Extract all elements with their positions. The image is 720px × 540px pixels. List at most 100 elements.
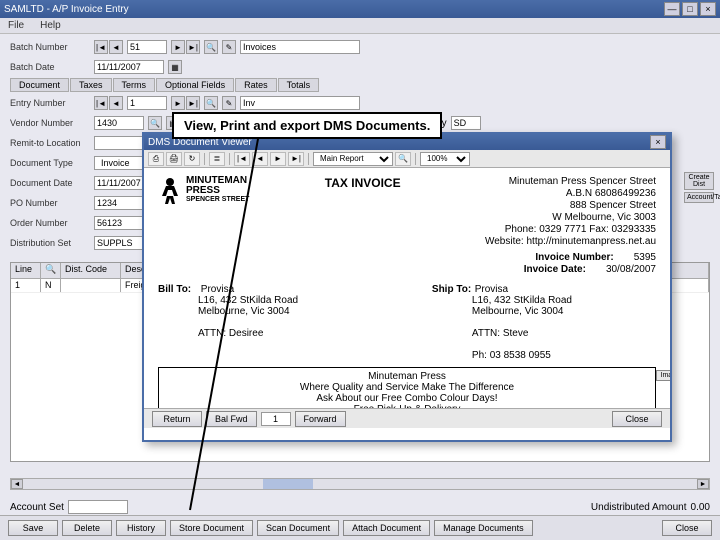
zoom-select[interactable]: 100% [420,152,470,166]
batch-date-label: Batch Date [10,62,90,72]
save-button[interactable]: Save [8,520,58,536]
bal-fwd-button[interactable]: Bal Fwd [206,411,257,427]
grid-col-line: Line [11,263,41,278]
man-icon [158,176,182,206]
tab-optional[interactable]: Optional Fields [156,78,234,92]
next-page-icon[interactable]: ► [270,152,286,166]
prev-record-icon[interactable]: ◄ [109,40,123,54]
next-record-icon[interactable]: ► [171,40,185,54]
inv-num-value: 5395 [634,252,656,264]
order-number-label: Order Number [10,218,90,228]
viewer-close-button[interactable]: Close [612,411,662,427]
document-viewer-window: DMS Document Viewer × ⎙ 🖨 ↻ ≣ |◄ ◄ ► ►| … [142,132,672,442]
main-titlebar: SAMLTD - A/P Invoice Entry — □ × [0,0,720,18]
search-icon[interactable]: 🔍 [204,40,218,54]
batch-desc-input[interactable] [240,40,360,54]
refresh-icon[interactable]: ↻ [184,152,200,166]
print-icon[interactable]: 🖨 [166,152,182,166]
vendor-number-input[interactable] [94,116,144,130]
last-record-icon[interactable]: ►| [186,40,200,54]
doc-type-label: Document Type [10,158,90,168]
scroll-thumb[interactable] [263,479,313,489]
side-panel: Create Dist Account/Tax [684,172,714,205]
dist-set-label: Distribution Set [10,238,90,248]
calendar-icon[interactable]: ▦ [168,60,182,74]
bill-to-block: Bill To: Provisa L16, 432 StKilda Road M… [158,284,382,361]
history-button[interactable]: History [116,520,166,536]
bill-to-label: Bill To: [158,284,198,295]
viewer-footer: Return Bal Fwd Forward Close [144,408,670,428]
vendor-search-icon[interactable]: 🔍 [148,116,162,130]
menu-file[interactable]: File [8,20,24,31]
main-close-button[interactable]: Close [662,520,712,536]
tab-document[interactable]: Document [10,78,69,92]
minimize-button[interactable]: — [664,2,680,16]
report-select[interactable]: Main Report [313,152,393,166]
remit-input[interactable] [94,136,144,150]
entry-number-input[interactable] [127,96,167,110]
batch-number-label: Batch Number [10,42,90,52]
inv-date-label: Invoice Date: [524,264,586,276]
export-icon[interactable]: ⎙ [148,152,164,166]
store-document-button[interactable]: Store Document [170,520,253,536]
tab-terms[interactable]: Terms [113,78,156,92]
image-button[interactable]: Image [656,370,670,381]
forward-button[interactable]: Forward [295,411,346,427]
entry-first-icon[interactable]: |◄ [94,96,108,110]
group-tree-icon[interactable]: ≣ [209,152,225,166]
inv-date-value: 30/08/2007 [606,264,656,276]
scroll-right-icon[interactable]: ► [697,479,709,489]
remit-label: Remit-to Location [10,138,90,148]
vendor-number-label: Vendor Number [10,118,90,128]
return-button[interactable]: Return [152,411,202,427]
promo-box: Minuteman Press Where Quality and Servic… [158,367,656,408]
grid-col-icon: 🔍 [41,263,61,278]
entry-search-icon[interactable]: 🔍 [204,96,218,110]
tab-rates[interactable]: Rates [235,78,277,92]
menubar: File Help [0,18,720,34]
grid-col-code: Dist. Code [61,263,121,278]
footer-info: Account Set Undistributed Amount 0.00 [10,500,710,514]
entry-new-icon[interactable]: ✎ [222,96,236,110]
manage-documents-button[interactable]: Manage Documents [434,520,533,536]
entry-number-label: Entry Number [10,98,90,108]
maximize-button[interactable]: □ [682,2,698,16]
doc-date-label: Document Date [10,178,90,188]
horizontal-scrollbar[interactable]: ◄ ► [10,478,710,490]
create-dist-button[interactable]: Create Dist [684,172,714,190]
new-icon[interactable]: ✎ [222,40,236,54]
account-set-input[interactable] [68,500,128,514]
menu-help[interactable]: Help [40,20,61,31]
account-set-label: Account Set [10,502,64,513]
document-content: MINUTEMAN PRESS SPENCER STREET TAX INVOI… [144,168,670,408]
entry-prev-icon[interactable]: ◄ [109,96,123,110]
tab-strip: Document Taxes Terms Optional Fields Rat… [10,78,710,92]
viewer-close-icon[interactable]: × [650,135,666,149]
inv-num-label: Invoice Number: [535,252,613,264]
entry-desc-input[interactable] [240,96,360,110]
batch-number-input[interactable] [127,40,167,54]
delete-button[interactable]: Delete [62,520,112,536]
pager-input[interactable] [261,412,291,426]
find-icon[interactable]: 🔍 [395,152,411,166]
entry-next-icon[interactable]: ► [171,96,185,110]
last-page-icon[interactable]: ►| [288,152,304,166]
callout-box: View, Print and export DMS Documents. [172,112,442,139]
company-info: Minuteman Press Spencer Street A.B.N 680… [476,176,656,276]
batch-date-input[interactable] [94,60,164,74]
logo-sub: SPENCER STREET [186,196,249,203]
attach-document-button[interactable]: Attach Document [343,520,430,536]
first-page-icon[interactable]: |◄ [234,152,250,166]
logo-area: MINUTEMAN PRESS SPENCER STREET [158,176,249,276]
currency-input[interactable] [451,116,481,130]
scroll-left-icon[interactable]: ◄ [11,479,23,489]
close-button[interactable]: × [700,2,716,16]
first-record-icon[interactable]: |◄ [94,40,108,54]
entry-last-icon[interactable]: ►| [186,96,200,110]
tab-totals[interactable]: Totals [278,78,320,92]
prev-page-icon[interactable]: ◄ [252,152,268,166]
scan-document-button[interactable]: Scan Document [257,520,339,536]
tab-taxes[interactable]: Taxes [70,78,112,92]
account-tax-button[interactable]: Account/Tax [684,192,714,203]
po-number-label: PO Number [10,198,90,208]
